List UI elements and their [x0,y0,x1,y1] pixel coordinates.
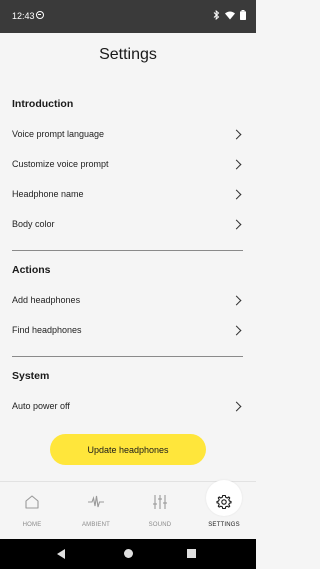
wifi-icon [225,11,235,22]
row-label: Voice prompt language [12,129,105,139]
section-heading-system: System [12,370,50,382]
status-bar: 12:43 [0,0,256,33]
home-icon [25,495,39,509]
row-voice-prompt-language[interactable]: Voice prompt language [0,122,256,148]
back-icon[interactable] [57,549,65,559]
equalizer-icon [153,495,167,509]
system-nav-bar [0,539,256,569]
row-find-headphones[interactable]: Find headphones [0,318,256,344]
nav-item-ambient[interactable]: AMBIENT [64,482,128,540]
row-label: Customize voice prompt [12,159,109,169]
battery-icon [240,10,246,22]
page-title: Settings [99,46,157,63]
do-not-disturb-icon [36,11,44,19]
bottom-nav: HOME AMBIENT SOUND SETTINGS [0,480,256,540]
chevron-right-icon [231,129,242,140]
chevron-right-icon [231,295,242,306]
nav-label: SETTINGS [208,522,240,528]
status-icons [213,9,246,22]
row-label: Auto power off [12,401,70,411]
chevron-right-icon [231,189,242,200]
nav-label: AMBIENT [81,522,111,528]
bluetooth-icon [213,9,220,22]
chevron-right-icon [231,219,242,230]
row-auto-power-off[interactable]: Auto power off [0,394,256,420]
section-heading-introduction: Introduction [12,98,74,110]
home-button-icon[interactable] [124,549,133,558]
waveform-icon [88,495,104,508]
nav-item-settings[interactable]: SETTINGS [192,480,256,540]
row-add-headphones[interactable]: Add headphones [0,288,256,314]
section-divider [12,356,243,357]
nav-label: HOME [22,522,42,528]
status-time: 12:43 [12,11,35,21]
update-headphones-button[interactable]: Update headphones [50,434,206,465]
nav-item-sound[interactable]: SOUND [128,482,192,540]
chevron-right-icon [231,325,242,336]
row-body-color[interactable]: Body color [0,212,256,238]
row-label: Find headphones [12,325,82,335]
nav-item-home[interactable]: HOME [0,482,64,540]
row-label: Headphone name [12,189,84,199]
row-headphone-name[interactable]: Headphone name [0,182,256,208]
recents-icon[interactable] [187,549,196,558]
row-customize-voice-prompt[interactable]: Customize voice prompt [0,152,256,178]
section-heading-actions: Actions [12,264,51,276]
section-divider [12,250,243,251]
chevron-right-icon [231,401,242,412]
row-label: Add headphones [12,295,81,305]
gear-icon [216,494,232,510]
chevron-right-icon [231,159,242,170]
nav-label: SOUND [148,522,172,528]
row-label: Body color [12,219,55,229]
